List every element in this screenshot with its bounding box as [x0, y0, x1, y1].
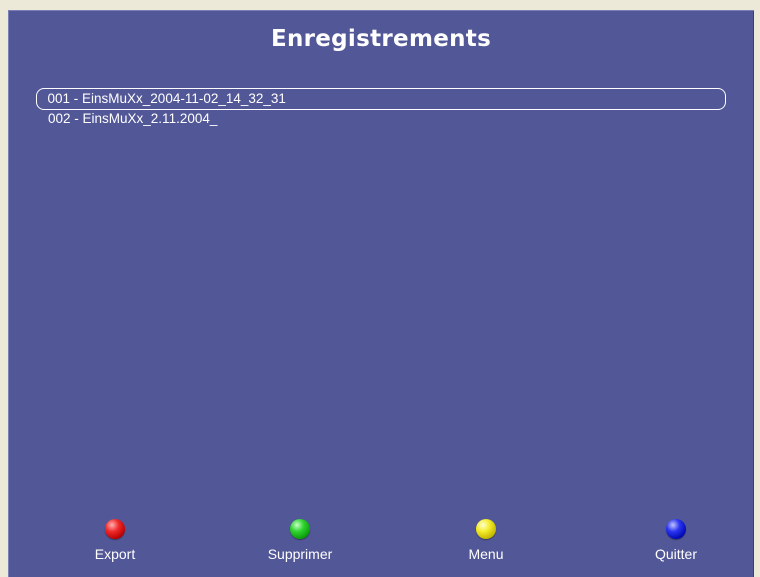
export-button[interactable]: Export	[55, 519, 175, 562]
yellow-ball-icon	[476, 519, 496, 539]
blue-ball-icon	[666, 519, 686, 539]
red-ball-icon	[105, 519, 125, 539]
recording-item-002[interactable]: 002 - EinsMuXx_2.11.2004_	[36, 108, 726, 130]
quitter-button[interactable]: Quitter	[616, 519, 736, 562]
color-button-bar: Export Supprimer Menu Quitter	[8, 519, 754, 571]
quitter-label: Quitter	[654, 546, 697, 562]
recordings-list: 001 - EinsMuXx_2004-11-02_14_32_31 002 -…	[36, 88, 726, 130]
menu-button[interactable]: Menu	[426, 519, 546, 562]
recording-item-001[interactable]: 001 - EinsMuXx_2004-11-02_14_32_31	[36, 88, 726, 110]
page-title: Enregistrements	[270, 26, 492, 52]
supprimer-label: Supprimer	[267, 546, 333, 562]
menu-label: Menu	[468, 546, 504, 562]
supprimer-button[interactable]: Supprimer	[240, 519, 360, 562]
export-label: Export	[94, 546, 136, 562]
recordings-screen: Enregistrements 001 - EinsMuXx_2004-11-0…	[8, 10, 754, 577]
green-ball-icon	[290, 519, 310, 539]
